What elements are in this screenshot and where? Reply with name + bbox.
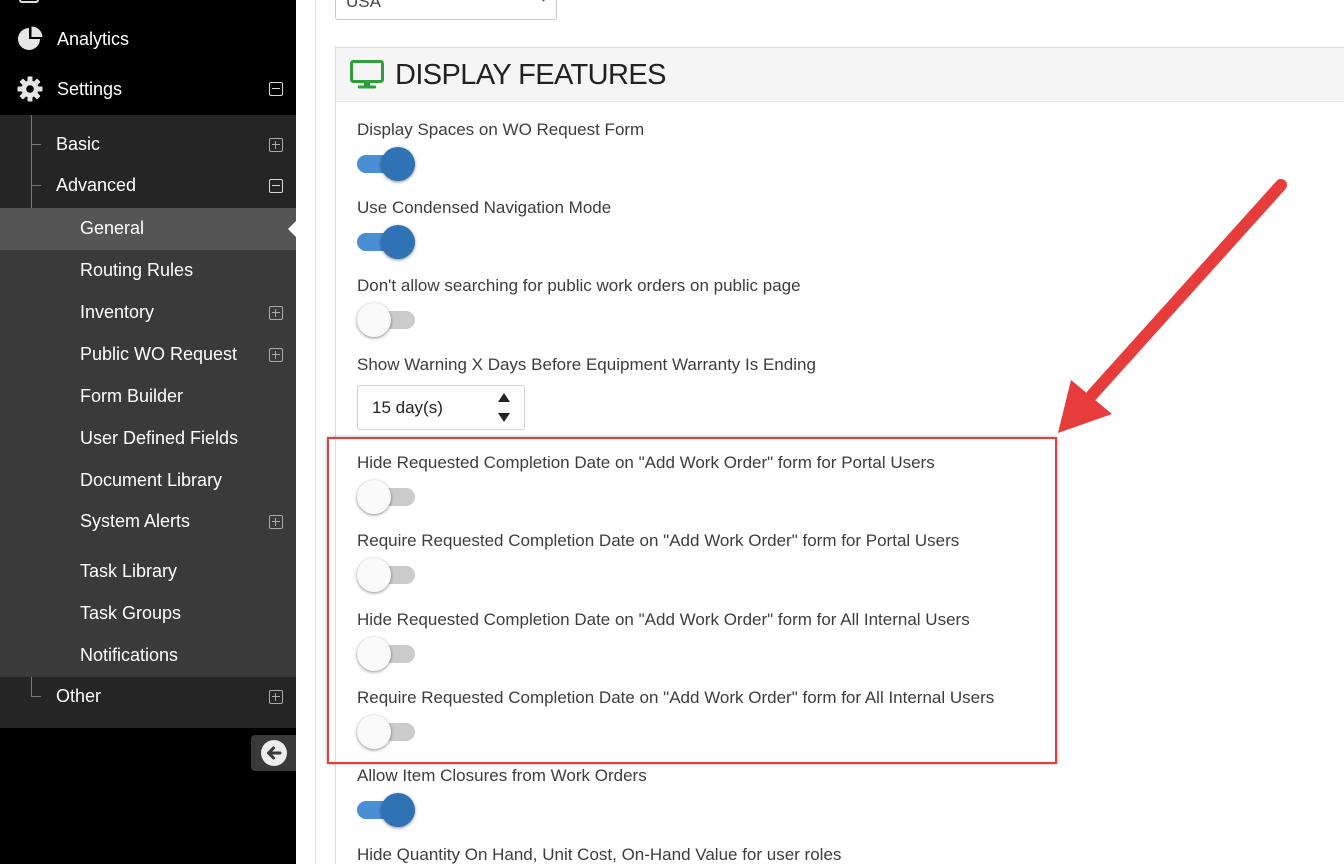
sidebar-item-label: System Alerts bbox=[80, 511, 191, 531]
sidebar-item-label: Routing Rules bbox=[80, 260, 194, 280]
toggle-allow-item-closures[interactable] bbox=[357, 792, 415, 828]
sidebar-item-advanced[interactable]: Advanced bbox=[0, 165, 296, 207]
partial-top-icon bbox=[19, 0, 39, 3]
panel-header: DISPLAY FEATURES bbox=[336, 48, 1344, 102]
stepper-up-icon[interactable] bbox=[498, 393, 510, 402]
setting-label: Display Spaces on WO Request Form bbox=[357, 120, 645, 139]
sidebar-item-form-builder[interactable]: Form Builder bbox=[0, 376, 296, 418]
sidebar-item-task-library[interactable]: Task Library bbox=[0, 551, 296, 593]
sidebar-item-label: Other bbox=[56, 686, 102, 706]
stepper-down-icon[interactable] bbox=[498, 413, 510, 422]
sidebar-item-notifications[interactable]: Notifications bbox=[0, 635, 296, 677]
sidebar-item-settings[interactable]: Settings bbox=[0, 64, 296, 114]
sidebar-item-task-groups[interactable]: Task Groups bbox=[0, 593, 296, 635]
sidebar-item-label: Basic bbox=[56, 134, 101, 154]
advanced-submenu: General Routing Rules Inventory Public W… bbox=[0, 208, 296, 677]
collapse-toggle-icon[interactable] bbox=[269, 82, 283, 96]
setting-label: Use Condensed Navigation Mode bbox=[357, 198, 612, 217]
active-caret-icon bbox=[288, 221, 296, 237]
sidebar-item-label: Task Library bbox=[80, 561, 178, 581]
panel-title: DISPLAY FEATURES bbox=[395, 59, 666, 91]
chevron-down-icon bbox=[538, 0, 549, 2]
arrow-left-circle-icon bbox=[260, 740, 287, 766]
expand-toggle-icon[interactable] bbox=[269, 306, 283, 320]
expand-toggle-icon[interactable] bbox=[269, 138, 283, 152]
toggle-disallow-public-search[interactable] bbox=[357, 302, 415, 338]
pie-chart-icon bbox=[18, 26, 43, 50]
sidebar-item-system-alerts[interactable]: System Alerts bbox=[0, 501, 296, 543]
sidebar-item-label: Inventory bbox=[80, 302, 155, 322]
toggle-display-spaces[interactable] bbox=[357, 146, 415, 182]
sidebar-item-label: General bbox=[80, 218, 145, 238]
country-select-value: USA bbox=[346, 0, 381, 11]
sidebar-item-label: Advanced bbox=[56, 175, 137, 195]
sidebar-item-label: Notifications bbox=[80, 645, 179, 665]
sidebar-item-other[interactable]: Other bbox=[0, 676, 296, 718]
sidebar-item-routing-rules[interactable]: Routing Rules bbox=[0, 250, 296, 292]
sidebar-item-general[interactable]: General bbox=[0, 208, 296, 250]
country-select[interactable]: USA bbox=[335, 0, 557, 20]
warranty-days-stepper[interactable]: 15 day(s) bbox=[357, 385, 525, 430]
settings-submenu: Basic Advanced General Routing Rules Inv… bbox=[0, 115, 296, 728]
sidebar-item-inventory[interactable]: Inventory bbox=[0, 292, 296, 334]
sidebar-item-label: Public WO Request bbox=[80, 344, 238, 364]
expand-toggle-icon[interactable] bbox=[269, 515, 283, 529]
setting-label: Don't allow searching for public work or… bbox=[357, 276, 801, 295]
monitor-icon bbox=[350, 60, 384, 89]
toggle-condensed-navigation[interactable] bbox=[357, 224, 415, 260]
sidebar-item-user-defined-fields[interactable]: User Defined Fields bbox=[0, 418, 296, 460]
sidebar-item-label: Task Groups bbox=[80, 603, 182, 623]
annotation-highlight-box bbox=[327, 437, 1057, 764]
collapse-toggle-icon[interactable] bbox=[269, 179, 283, 193]
sidebar-item-analytics[interactable]: Analytics bbox=[0, 14, 296, 64]
sidebar-item-public-wo-request[interactable]: Public WO Request bbox=[0, 334, 296, 376]
collapse-sidebar-button[interactable] bbox=[251, 735, 296, 771]
sidebar-item-document-library[interactable]: Document Library bbox=[0, 460, 296, 502]
sidebar-item-label: Document Library bbox=[80, 470, 223, 490]
setting-label: Show Warning X Days Before Equipment War… bbox=[357, 355, 816, 374]
setting-label: Allow Item Closures from Work Orders bbox=[357, 766, 647, 785]
sidebar-item-label: Settings bbox=[57, 78, 123, 99]
setting-label: Hide Quantity On Hand, Unit Cost, On-Han… bbox=[357, 845, 842, 864]
sidebar: Analytics Settings Basic Advanced Genera… bbox=[0, 0, 296, 864]
gear-icon bbox=[17, 76, 43, 102]
sidebar-item-label: Analytics bbox=[57, 28, 130, 49]
sidebar-item-basic[interactable]: Basic bbox=[0, 124, 296, 166]
sidebar-item-label: User Defined Fields bbox=[80, 428, 239, 448]
warranty-days-value: 15 day(s) bbox=[372, 398, 443, 417]
expand-toggle-icon[interactable] bbox=[269, 348, 283, 362]
sidebar-item-label: Form Builder bbox=[80, 386, 184, 406]
expand-toggle-icon[interactable] bbox=[269, 690, 283, 704]
